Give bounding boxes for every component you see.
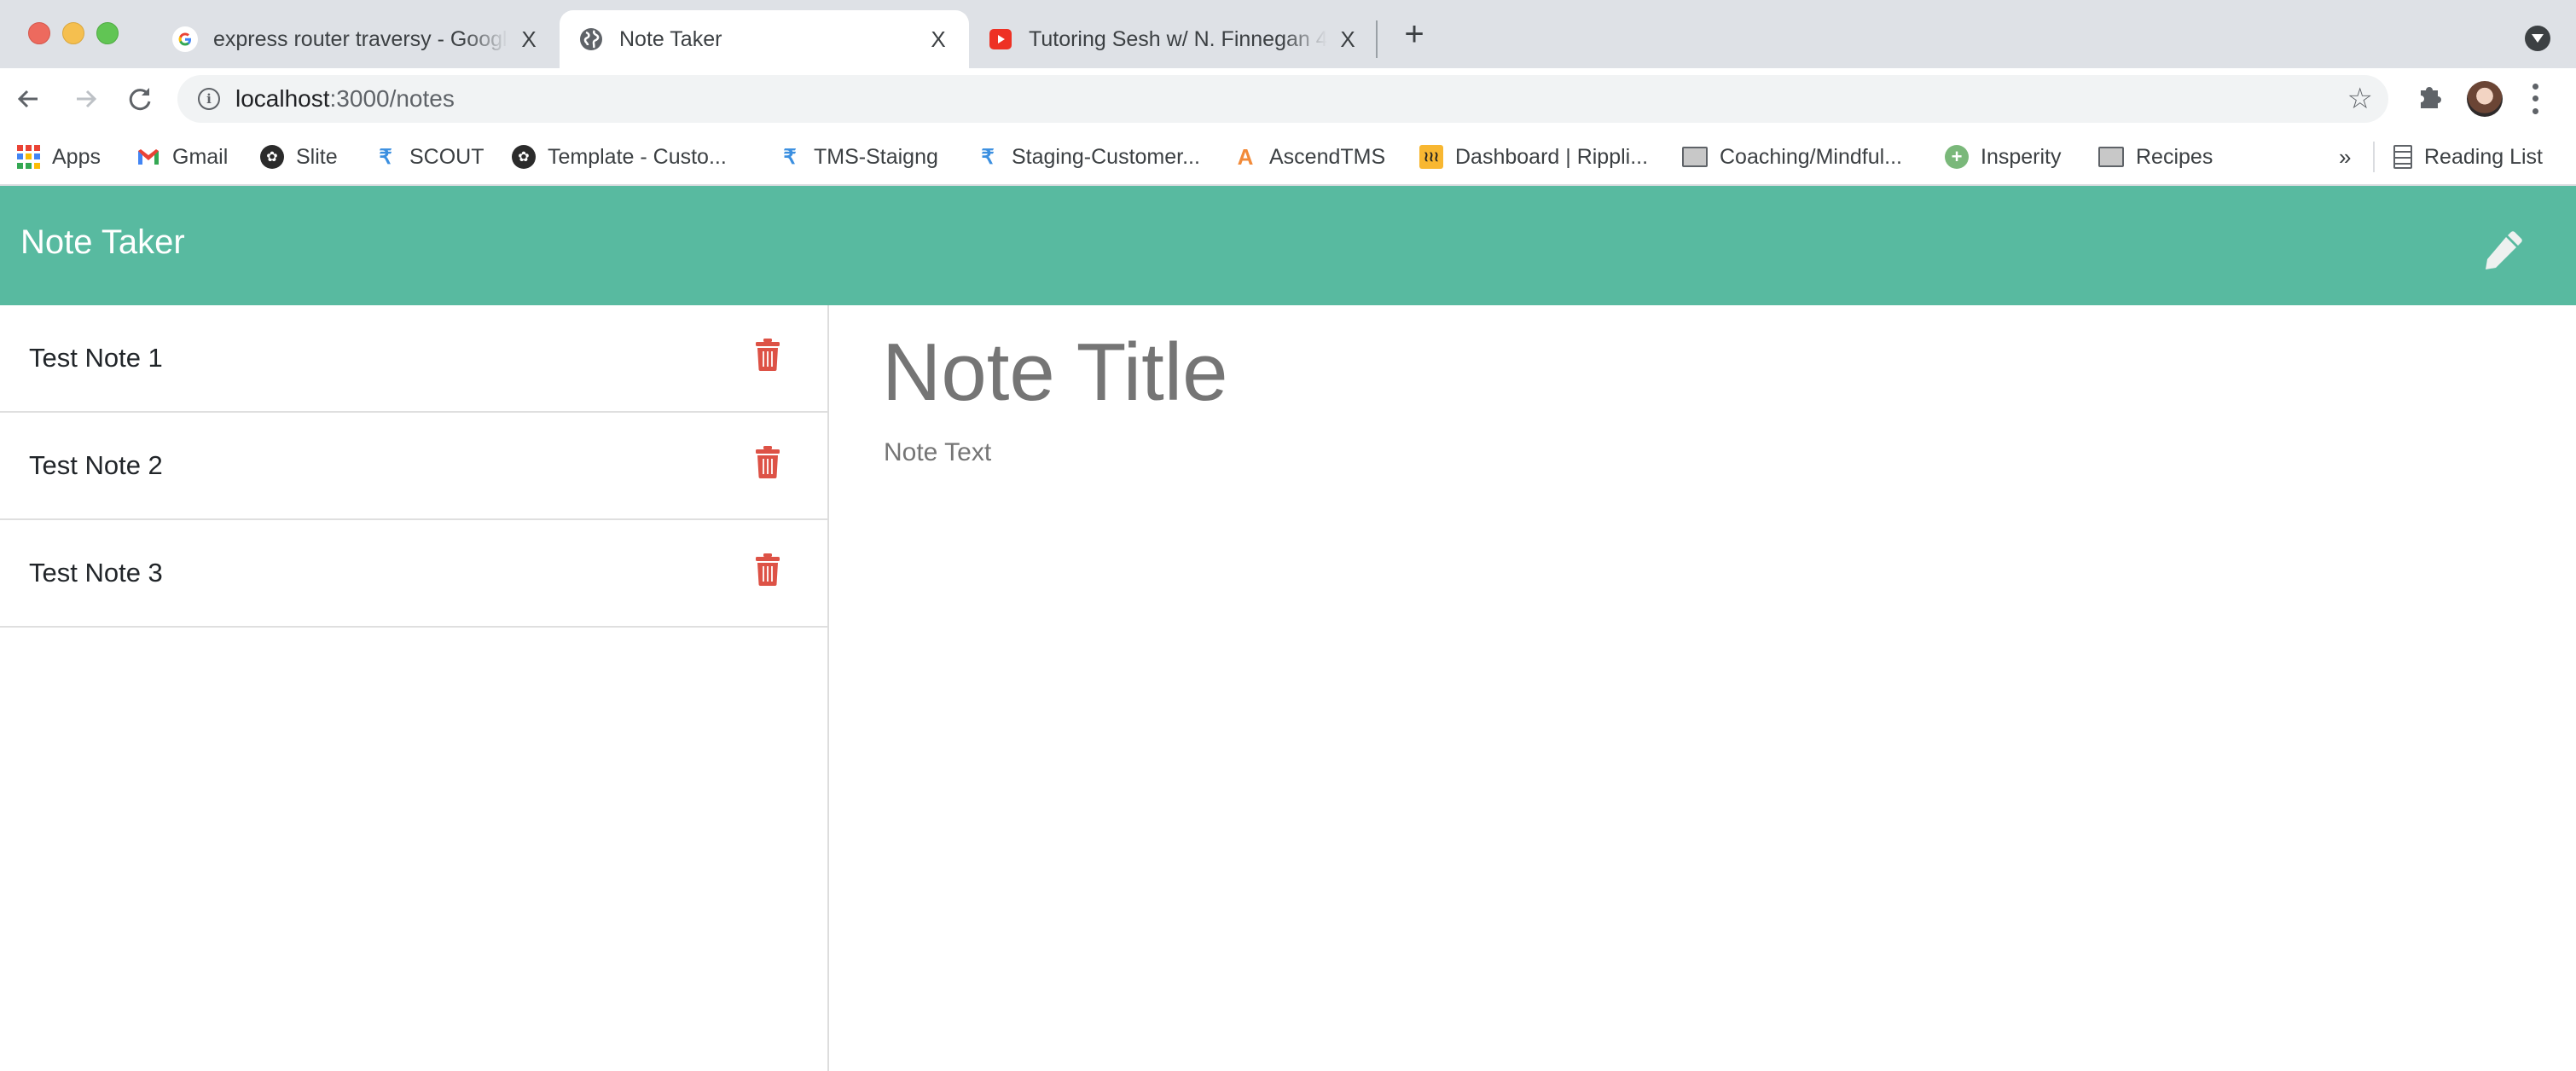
bookmark-recipes-folder[interactable]: Recipes xyxy=(2098,130,2213,184)
bookmark-star-icon[interactable]: ☆ xyxy=(2347,84,2373,114)
bookmark-rippling[interactable]: ≀≀≀ Dashboard | Rippli... xyxy=(1419,130,1648,184)
folder-icon xyxy=(1682,147,1708,167)
bookmarks-separator xyxy=(2373,142,2375,172)
scout-icon: ₹ xyxy=(981,145,995,169)
youtube-icon xyxy=(988,26,1013,52)
profile-avatar[interactable] xyxy=(2467,81,2503,117)
tab-close-icon[interactable]: X xyxy=(517,26,541,53)
tab-close-icon[interactable]: X xyxy=(926,26,950,53)
arrow-right-icon xyxy=(77,90,97,108)
bookmark-label: Template - Custo... xyxy=(548,144,727,169)
tab-title: express router traversy - Google Search xyxy=(213,26,508,51)
note-list-item-title: Test Note 2 xyxy=(29,450,163,480)
insperity-icon: + xyxy=(1945,145,1969,169)
address-bar[interactable]: i localhost:3000/notes ☆ xyxy=(177,75,2388,123)
scout-icon: ₹ xyxy=(379,145,392,169)
browser-toolbar: i localhost:3000/notes ☆ xyxy=(0,68,2576,130)
bookmark-label: Insperity xyxy=(1981,144,2062,169)
bookmark-scout[interactable]: ₹ SCOUT xyxy=(374,130,484,184)
browser-menu-icon[interactable] xyxy=(2530,80,2540,118)
note-list-item-title: Test Note 1 xyxy=(29,343,163,373)
app-navbar: Note Taker xyxy=(0,186,2576,305)
delete-note-button[interactable] xyxy=(754,553,781,587)
delete-note-button[interactable] xyxy=(754,338,781,372)
bookmarks-overflow-button[interactable]: » xyxy=(2339,130,2351,184)
note-text-textarea[interactable] xyxy=(884,438,2504,950)
note-title-input[interactable] xyxy=(882,326,2503,420)
folder-icon xyxy=(2098,147,2124,167)
tab-close-icon[interactable]: X xyxy=(1336,26,1360,53)
bookmark-insperity[interactable]: + Insperity xyxy=(1945,130,2061,184)
reading-list-icon xyxy=(2393,145,2412,169)
tab-title: Note Taker xyxy=(619,26,722,51)
note-list-item-title: Test Note 3 xyxy=(29,558,163,588)
note-editor xyxy=(829,305,2576,1071)
bookmark-gmail[interactable]: Gmail xyxy=(136,130,228,184)
globe-icon xyxy=(578,26,604,52)
bookmark-label: Dashboard | Rippli... xyxy=(1455,144,1649,169)
pencil-icon xyxy=(2486,231,2522,269)
note-list: Test Note 1 Test Note 2 Test Note 3 xyxy=(0,305,827,1071)
new-tab-button[interactable]: + xyxy=(1397,17,1431,51)
bookmark-template[interactable]: ✿ Template - Custo... xyxy=(512,130,727,184)
bookmarks-bar: Apps Gmail ✿ Slite ₹ SCOUT ✿ Template - … xyxy=(0,130,2576,186)
tab-youtube[interactable]: Tutoring Sesh w/ N. Finnegan 4 X xyxy=(969,10,1378,68)
reload-button[interactable] xyxy=(123,82,157,116)
back-button[interactable] xyxy=(12,82,46,116)
bookmark-label: AscendTMS xyxy=(1269,144,1386,169)
note-list-item[interactable]: Test Note 3 xyxy=(0,520,827,628)
bookmark-label: Recipes xyxy=(2136,144,2213,169)
site-info-icon[interactable]: i xyxy=(198,88,220,110)
window-zoom-button[interactable] xyxy=(96,22,119,44)
apps-grid-icon xyxy=(17,145,40,169)
gmail-icon xyxy=(136,145,160,169)
delete-note-button[interactable] xyxy=(754,445,781,479)
window-minimize-button[interactable] xyxy=(62,22,84,44)
tab-google-search[interactable]: express router traversy - Google Search … xyxy=(154,10,560,68)
tab-note-taker[interactable]: Note Taker X xyxy=(560,10,969,68)
bookmark-label: TMS-Staigng xyxy=(814,144,938,169)
tab-title: Tutoring Sesh w/ N. Finnegan 4 xyxy=(1029,26,1327,51)
bookmark-label: Staging-Customer... xyxy=(1012,144,1200,169)
trash-icon xyxy=(756,553,780,586)
reading-list-label: Reading List xyxy=(2424,144,2543,169)
bookmark-ascendtms[interactable]: A AscendTMS xyxy=(1233,130,1386,184)
rippling-icon: ≀≀≀ xyxy=(1419,145,1443,169)
browser-tab-strip: express router traversy - Google Search … xyxy=(0,0,2576,68)
window-close-button[interactable] xyxy=(28,22,50,44)
bookmark-staging-customer[interactable]: ₹ Staging-Customer... xyxy=(976,130,1200,184)
bookmark-label: Slite xyxy=(296,144,338,169)
bookmark-tms-staigng[interactable]: ₹ TMS-Staigng xyxy=(778,130,938,184)
trash-icon xyxy=(756,339,780,371)
bookmark-label: Coaching/Mindful... xyxy=(1720,144,1903,169)
new-note-button[interactable] xyxy=(2474,220,2533,280)
slite-icon: ✿ xyxy=(260,145,284,169)
bookmark-label: Gmail xyxy=(172,144,229,169)
scout-icon: ₹ xyxy=(783,145,797,169)
bookmark-coaching-folder[interactable]: Coaching/Mindful... xyxy=(1682,130,1902,184)
bookmark-label: Apps xyxy=(52,144,101,169)
tab-search-button[interactable] xyxy=(2525,26,2550,51)
slite-icon: ✿ xyxy=(512,145,536,169)
trash-icon xyxy=(756,446,780,478)
bookmark-apps[interactable]: Apps xyxy=(17,130,101,184)
url-text[interactable]: localhost:3000/notes xyxy=(235,85,455,113)
forward-button[interactable] xyxy=(68,82,102,116)
google-icon xyxy=(172,26,198,52)
reading-list-button[interactable]: Reading List xyxy=(2393,130,2543,184)
app-title[interactable]: Note Taker xyxy=(20,223,185,262)
reload-icon xyxy=(129,88,151,111)
tab-separator xyxy=(1376,20,1378,58)
url-path: :3000/notes xyxy=(329,85,455,112)
bookmark-slite[interactable]: ✿ Slite xyxy=(260,130,338,184)
note-list-item[interactable]: Test Note 1 xyxy=(0,305,827,413)
ascendtms-icon: A xyxy=(1237,143,1254,170)
bookmark-label: SCOUT xyxy=(409,144,484,169)
extensions-puzzle-icon[interactable] xyxy=(2416,82,2445,119)
note-list-item[interactable]: Test Note 2 xyxy=(0,413,827,520)
arrow-left-icon xyxy=(17,90,38,108)
url-host: localhost xyxy=(235,85,330,112)
